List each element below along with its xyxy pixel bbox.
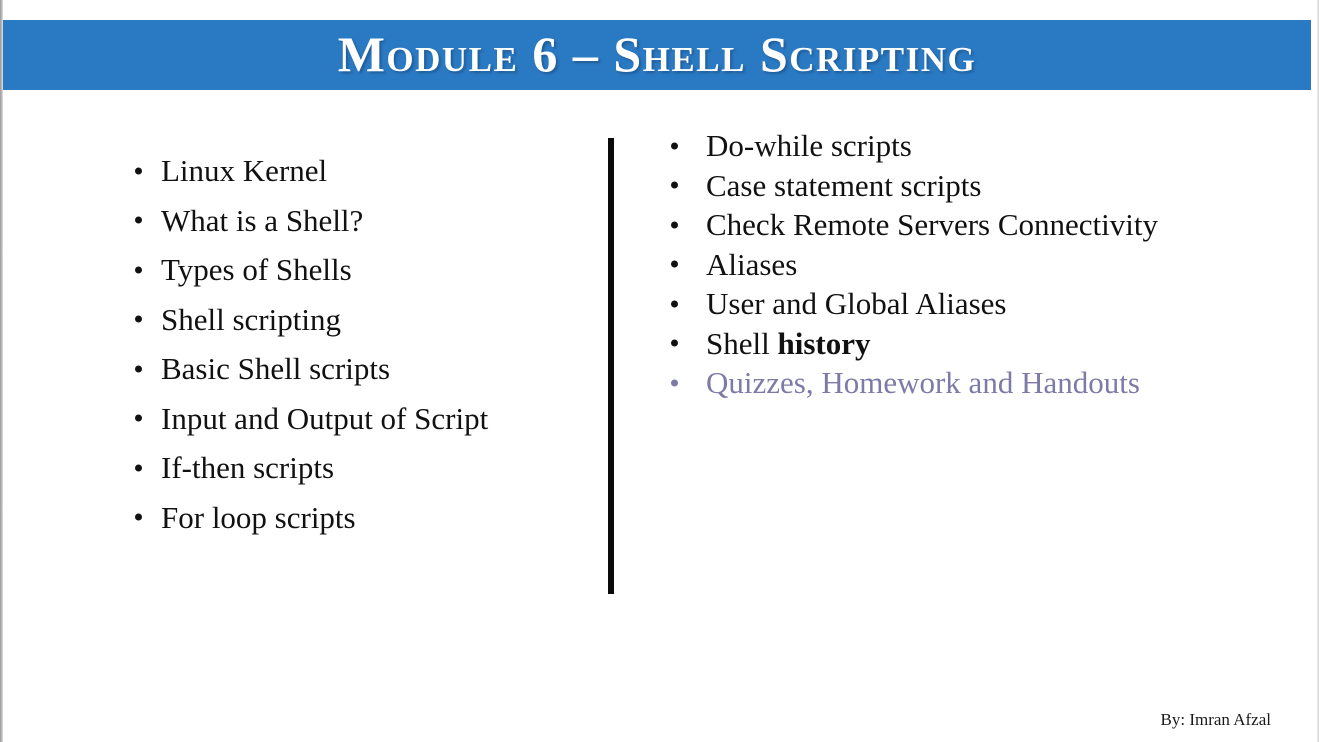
agenda-right-list: Do-while scripts Case statement scripts …: [660, 126, 1270, 403]
list-item-label: Quizzes, Homework and Handouts: [706, 365, 1140, 400]
list-item-highlighted: Quizzes, Homework and Handouts: [660, 363, 1270, 403]
list-item-label: Do-while scripts: [706, 128, 912, 163]
bullet-dot-icon: [135, 167, 142, 175]
bullet-dot-icon: [671, 339, 678, 347]
bullet-dot-icon: [135, 365, 142, 373]
list-item: Shell history: [660, 324, 1270, 364]
bullet-dot-icon: [671, 142, 678, 150]
bullet-dot-icon: [671, 300, 678, 308]
list-item-label: User and Global Aliases: [706, 286, 1007, 321]
list-item-label: Input and Output of Script: [161, 400, 489, 436]
agenda-left-column: Linux Kernel What is a Shell? Types of S…: [132, 146, 602, 542]
bullet-dot-icon: [671, 260, 678, 268]
list-item: Shell scripting: [132, 295, 602, 345]
bullet-dot-icon: [135, 266, 142, 274]
list-item: If-then scripts: [132, 443, 602, 493]
slide-left-border: [0, 0, 3, 742]
bullet-dot-icon: [671, 221, 678, 229]
list-item-label: If-then scripts: [161, 450, 335, 485]
list-item-label: Types of Shells: [161, 252, 352, 287]
list-item-label: Shell scripting: [161, 301, 341, 337]
author-credit: By: Imran Afzal: [1160, 710, 1271, 729]
bullet-dot-icon: [135, 216, 142, 224]
agenda-right-column: Do-while scripts Case statement scripts …: [660, 126, 1270, 403]
list-item: For loop scripts: [132, 493, 602, 543]
list-item: Basic Shell scripts: [132, 344, 602, 394]
bullet-dot-icon: [135, 414, 142, 422]
list-item: What is a Shell?: [132, 196, 602, 246]
list-item-label: Aliases: [706, 246, 798, 282]
bullet-dot-icon: [135, 464, 142, 472]
list-item: User and Global Aliases: [660, 284, 1270, 324]
bullet-dot-icon: [135, 513, 142, 521]
list-item-label: Shell history: [706, 326, 870, 361]
agenda-left-list: Linux Kernel What is a Shell? Types of S…: [132, 146, 602, 542]
list-item: Input and Output of Script: [132, 394, 602, 444]
bullet-dot-icon: [671, 379, 678, 387]
list-item-label: For loop scripts: [161, 499, 356, 535]
list-item-label: Check Remote Servers Connectivity: [706, 207, 1158, 242]
list-item-label-emphasis: history: [777, 325, 871, 361]
bullet-dot-icon: [135, 315, 142, 323]
list-item: Types of Shells: [132, 245, 602, 295]
slide-title: Module 6 – Shell Scripting: [337, 26, 977, 82]
list-item-label: What is a Shell?: [161, 202, 364, 238]
list-item: Aliases: [660, 245, 1270, 285]
list-item-label: Case statement scripts: [706, 167, 982, 203]
list-item: Check Remote Servers Connectivity: [660, 205, 1270, 245]
slide-canvas: Module 6 – Shell Scripting Linux Kernel …: [0, 0, 1319, 742]
bullet-dot-icon: [671, 181, 678, 189]
list-item-label: Linux Kernel: [161, 153, 328, 188]
title-banner: Module 6 – Shell Scripting: [3, 20, 1311, 90]
list-item-label-plain: Shell: [706, 325, 778, 361]
list-item: Case statement scripts: [660, 166, 1270, 206]
column-divider: [608, 138, 614, 594]
list-item: Linux Kernel: [132, 146, 602, 196]
list-item: Do-while scripts: [660, 126, 1270, 166]
list-item-label: Basic Shell scripts: [161, 351, 391, 386]
